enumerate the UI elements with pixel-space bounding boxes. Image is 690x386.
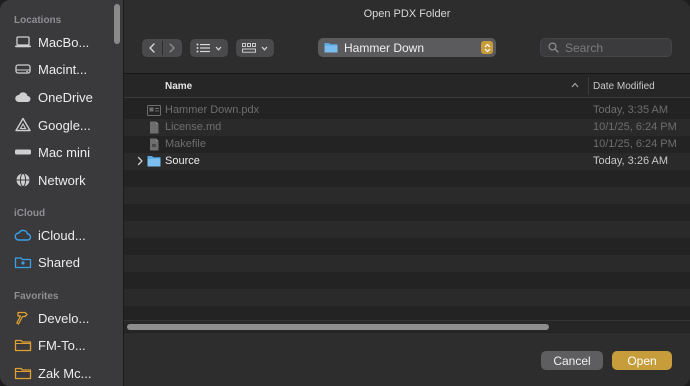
sidebar-section-favorites: Favorites xyxy=(14,291,59,302)
empty-row xyxy=(124,238,690,255)
nav-buttons xyxy=(142,39,182,57)
toolbar: Open PDX Folder Hammer Down Search xyxy=(124,0,690,74)
file-row[interactable]: Hammer Down.pdx Today, 3:35 AM xyxy=(124,102,690,119)
sidebar-scrollbar[interactable] xyxy=(114,4,120,44)
sidebar-item-zak[interactable]: Zak Mc... xyxy=(8,361,114,385)
sidebar: Locations MacBo... Macint... OneDrive Go… xyxy=(0,0,124,386)
sidebar-item-label: Network xyxy=(38,172,86,188)
hammer-icon xyxy=(14,310,32,326)
pdx-file-icon xyxy=(147,104,161,117)
globe-icon xyxy=(14,172,32,188)
search-field[interactable]: Search xyxy=(540,38,672,57)
chevron-left-icon xyxy=(149,43,155,53)
sidebar-item-icloud-drive[interactable]: iCloud... xyxy=(8,223,114,247)
folder-icon xyxy=(324,43,338,53)
sidebar-item-label: Zak Mc... xyxy=(38,365,92,381)
sidebar-item-label: Macint... xyxy=(38,61,88,77)
open-folder-dialog: Locations MacBo... Macint... OneDrive Go… xyxy=(0,0,690,386)
back-button[interactable] xyxy=(142,39,162,57)
sidebar-item-network[interactable]: Network xyxy=(8,168,114,192)
disk-icon xyxy=(14,61,32,77)
chevron-down-icon xyxy=(215,46,222,51)
sidebar-item-label: Develo... xyxy=(38,310,90,326)
group-button[interactable] xyxy=(236,39,274,57)
drive-icon xyxy=(14,117,32,133)
sidebar-item-google-drive[interactable]: Google... xyxy=(8,113,114,137)
mac-mini-icon xyxy=(14,144,32,160)
sidebar-item-label: Shared xyxy=(38,254,80,270)
empty-row xyxy=(124,272,690,289)
view-mode-button[interactable] xyxy=(190,39,228,57)
segment-divider xyxy=(162,41,163,55)
search-icon xyxy=(548,42,559,53)
sidebar-section-icloud: iCloud xyxy=(14,208,46,219)
list-view-icon xyxy=(196,43,210,53)
horizontal-scrollbar[interactable] xyxy=(124,320,690,332)
cancel-button[interactable]: Cancel xyxy=(541,351,603,370)
column-header: Name Date Modified xyxy=(124,74,690,98)
search-placeholder: Search xyxy=(565,40,604,55)
folder-row-source[interactable]: Source Today, 3:26 AM xyxy=(124,153,690,170)
main-pane: Open PDX Folder Hammer Down Search Name … xyxy=(124,0,690,386)
empty-row xyxy=(124,221,690,238)
column-header-name[interactable]: Name xyxy=(165,81,192,92)
folder-icon xyxy=(14,337,32,353)
sidebar-section-locations: Locations xyxy=(14,15,62,26)
empty-row xyxy=(124,204,690,221)
document-icon xyxy=(147,121,161,134)
sidebar-item-label: iCloud... xyxy=(38,227,86,243)
file-date: Today, 3:35 AM xyxy=(593,104,669,116)
dialog-footer: Cancel Open xyxy=(124,333,690,386)
empty-row xyxy=(124,170,690,187)
file-date: Today, 3:26 AM xyxy=(593,155,669,167)
empty-row xyxy=(124,289,690,306)
grid-icon xyxy=(242,43,256,53)
file-row[interactable]: License.md 10/1/25, 6:24 PM xyxy=(124,119,690,136)
updown-chevron-icon xyxy=(481,41,493,54)
file-list: Hammer Down.pdx Today, 3:35 AM License.m… xyxy=(124,102,690,320)
chevron-right-icon xyxy=(169,43,175,53)
sidebar-item-fm-tools[interactable]: FM-To... xyxy=(8,333,114,357)
sidebar-item-label: Google... xyxy=(38,117,91,133)
column-header-date-modified[interactable]: Date Modified xyxy=(593,81,655,92)
folder-icon xyxy=(14,365,32,381)
icloud-icon xyxy=(14,227,32,243)
open-button[interactable]: Open xyxy=(612,351,672,370)
cloud-icon xyxy=(14,89,32,105)
scrollbar-thumb[interactable] xyxy=(127,324,549,330)
forward-button[interactable] xyxy=(162,39,182,57)
sidebar-item-mac-mini[interactable]: Mac mini xyxy=(8,140,114,164)
file-name: License.md xyxy=(165,121,222,133)
file-row[interactable]: Makefile 10/1/25, 6:24 PM xyxy=(124,136,690,153)
file-name: Hammer Down.pdx xyxy=(165,104,260,116)
file-name: Makefile xyxy=(165,138,206,150)
shared-folder-icon xyxy=(14,254,32,270)
sort-ascending-icon xyxy=(571,80,579,91)
folder-icon xyxy=(147,155,161,168)
file-date: 10/1/25, 6:24 PM xyxy=(593,121,677,133)
empty-row xyxy=(124,187,690,204)
disclosure-triangle-icon[interactable] xyxy=(136,156,144,166)
sidebar-item-macintosh-hd[interactable]: Macint... xyxy=(8,57,114,81)
empty-row xyxy=(124,255,690,272)
column-divider[interactable] xyxy=(588,77,589,95)
sidebar-item-label: FM-To... xyxy=(38,337,86,353)
chevron-down-icon xyxy=(261,46,268,51)
sidebar-item-onedrive[interactable]: OneDrive xyxy=(8,85,114,109)
document-icon xyxy=(147,138,161,151)
file-name: Source xyxy=(165,155,200,167)
path-popup[interactable]: Hammer Down xyxy=(318,38,496,57)
sidebar-item-macbook[interactable]: MacBo... xyxy=(8,30,114,54)
sidebar-item-label: OneDrive xyxy=(38,89,93,105)
sidebar-item-label: MacBo... xyxy=(38,34,90,50)
sidebar-item-label: Mac mini xyxy=(38,144,91,160)
window-title: Open PDX Folder xyxy=(363,8,451,20)
laptop-icon xyxy=(14,34,32,50)
path-popup-label: Hammer Down xyxy=(344,40,425,55)
file-date: 10/1/25, 6:24 PM xyxy=(593,138,677,150)
sidebar-item-shared[interactable]: Shared xyxy=(8,250,114,274)
sidebar-item-developer[interactable]: Develo... xyxy=(8,306,114,330)
